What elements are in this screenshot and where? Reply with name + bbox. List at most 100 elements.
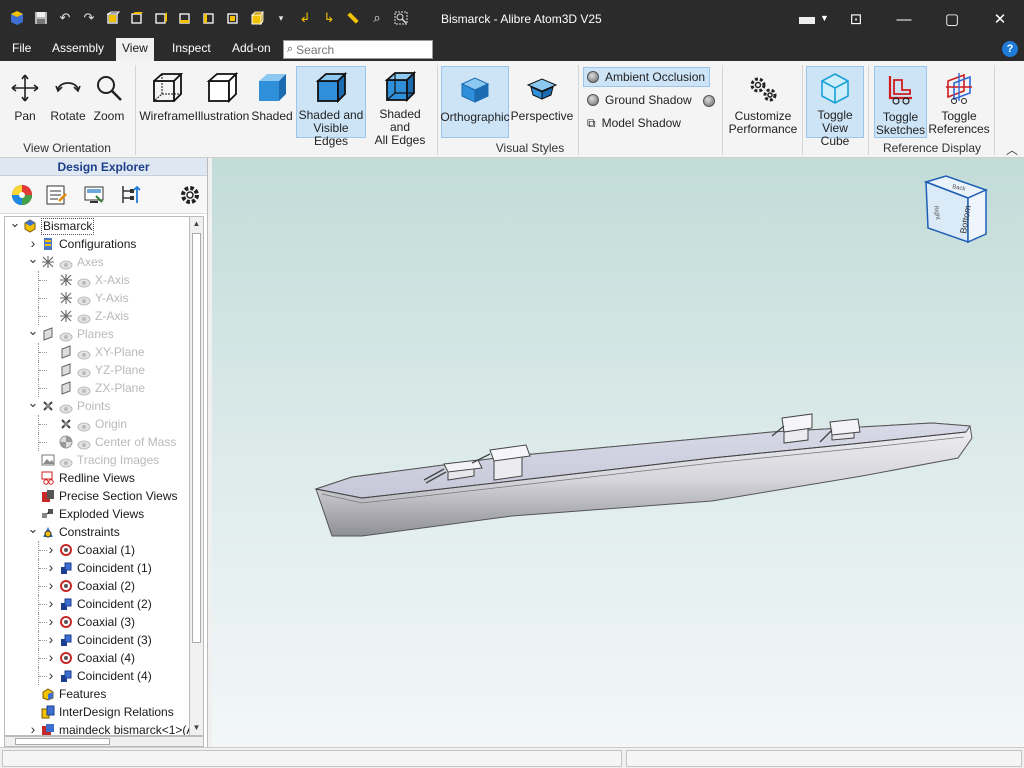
tree-item[interactable]: ⌄ Planes: [5, 324, 190, 343]
scroll-up-arrow-icon[interactable]: ▲: [190, 217, 203, 231]
tree-item[interactable]: › maindeck bismarck<1>(An: [5, 721, 190, 735]
zoom-window-icon[interactable]: [392, 9, 410, 27]
ground-shadow-option-icon[interactable]: [703, 95, 715, 107]
model-shadow-toggle[interactable]: ⧉ Model Shadow: [584, 113, 685, 133]
bismarck-ship-model[interactable]: [314, 413, 973, 537]
toggle-references-button[interactable]: Toggle References: [928, 66, 990, 138]
view-bottom-icon[interactable]: [224, 9, 242, 27]
chevron-right-icon[interactable]: ›: [45, 649, 57, 667]
wireframe-button[interactable]: Wireframe: [139, 66, 195, 138]
chevron-down-icon[interactable]: ⌄: [9, 217, 21, 235]
eye-visibility-icon[interactable]: [77, 419, 91, 432]
toggle-view-cube-button[interactable]: Toggle View Cube: [806, 66, 864, 148]
chevron-right-icon[interactable]: ›: [45, 577, 57, 595]
arrow-down-left-icon[interactable]: ↲: [296, 9, 314, 27]
pan-button[interactable]: Pan: [6, 66, 44, 138]
chevron-right-icon[interactable]: ›: [45, 595, 57, 613]
tree-item[interactable]: ⌄ Bismarck: [5, 217, 190, 235]
tree-sort-icon[interactable]: [116, 181, 144, 209]
tree-item[interactable]: InterDesign Relations: [5, 703, 190, 721]
customize-performance-button[interactable]: Customize Performance: [728, 66, 798, 138]
illustration-button[interactable]: Illustration: [195, 66, 249, 138]
save-icon[interactable]: [32, 9, 50, 27]
tree-item[interactable]: › Coaxial (3): [5, 613, 190, 631]
chevron-right-icon[interactable]: ›: [45, 559, 57, 577]
search-box[interactable]: ⌕: [283, 40, 433, 59]
tree-horizontal-scroll-thumb[interactable]: [15, 738, 110, 745]
restore-layout-button[interactable]: ⊡: [832, 0, 880, 38]
orthographic-button[interactable]: Orthographic: [440, 66, 510, 138]
chevron-down-icon[interactable]: ⌄: [27, 396, 39, 415]
tree-item[interactable]: ⌄ Axes: [5, 252, 190, 271]
chevron-down-icon[interactable]: ▾: [272, 9, 290, 27]
tree-item[interactable]: Tracing Images: [5, 451, 190, 469]
collapse-ribbon-icon[interactable]: ︿: [1006, 141, 1018, 158]
chevron-down-icon[interactable]: ⌄: [27, 252, 39, 271]
search-input[interactable]: [296, 42, 422, 57]
eye-visibility-icon[interactable]: [77, 347, 91, 360]
tree-item[interactable]: › Coincident (4): [5, 667, 190, 685]
eye-visibility-icon[interactable]: [77, 311, 91, 324]
theme-switcher[interactable]: ▼: [799, 12, 829, 24]
tree-item[interactable]: Precise Section Views: [5, 487, 190, 505]
toggle-sketches-button[interactable]: Toggle Sketches: [874, 66, 927, 138]
measure-ruler-icon[interactable]: [344, 9, 362, 27]
chevron-down-icon[interactable]: ⌄: [27, 324, 39, 343]
tree-item[interactable]: › Coaxial (2): [5, 577, 190, 595]
help-button[interactable]: ?: [1002, 41, 1018, 57]
tree-item[interactable]: ⌄ Constraints: [5, 522, 190, 541]
eye-visibility-icon[interactable]: [59, 401, 73, 414]
chevron-right-icon[interactable]: ›: [45, 631, 57, 649]
ambient-occlusion-toggle[interactable]: Ambient Occlusion: [583, 67, 711, 87]
undo-icon[interactable]: ↶: [56, 9, 74, 27]
view-left-icon[interactable]: [152, 9, 170, 27]
tree-item[interactable]: › Coincident (2): [5, 595, 190, 613]
menu-inspect[interactable]: Inspect: [166, 38, 217, 61]
view-isometric-icon[interactable]: [248, 9, 266, 27]
scroll-down-arrow-icon[interactable]: ▼: [190, 721, 203, 735]
tree-item[interactable]: YZ-Plane: [5, 361, 190, 379]
view-right-icon[interactable]: [176, 9, 194, 27]
tree-item[interactable]: Redline Views: [5, 469, 190, 487]
view-back-icon[interactable]: [128, 9, 146, 27]
display-settings-icon[interactable]: [80, 181, 108, 209]
menu-assembly[interactable]: Assembly: [46, 38, 110, 61]
eye-visibility-icon[interactable]: [59, 455, 73, 468]
app-logo-icon[interactable]: [8, 9, 26, 27]
view-front-icon[interactable]: [104, 9, 122, 27]
ship-model-canvas[interactable]: Back Right Bottom: [212, 158, 1024, 747]
minimize-button[interactable]: —: [880, 0, 928, 38]
menu-file[interactable]: File: [6, 38, 37, 61]
view-top-icon[interactable]: [200, 9, 218, 27]
perspective-button[interactable]: Perspective: [511, 66, 573, 138]
redo-icon[interactable]: ↷: [80, 9, 98, 27]
tree-horizontal-scrollbar[interactable]: [4, 736, 204, 747]
color-wheel-icon[interactable]: [8, 181, 36, 209]
eye-visibility-icon[interactable]: [59, 329, 73, 342]
settings-gear-icon[interactable]: [176, 181, 204, 209]
tree-item[interactable]: › Coincident (1): [5, 559, 190, 577]
chevron-right-icon[interactable]: ›: [45, 613, 57, 631]
tree-item[interactable]: ⌄ Points: [5, 396, 190, 415]
eye-visibility-icon[interactable]: [77, 437, 91, 450]
tree-item[interactable]: Origin: [5, 415, 190, 433]
shaded-button[interactable]: Shaded: [250, 66, 294, 138]
view-cube[interactable]: Back Right Bottom: [923, 175, 989, 244]
tree-item[interactable]: › Coaxial (4): [5, 649, 190, 667]
arrow-down-right-icon[interactable]: ↳: [320, 9, 338, 27]
shaded-visible-edges-button[interactable]: Shaded and Visible Edges: [296, 66, 366, 148]
tree-item[interactable]: X-Axis: [5, 271, 190, 289]
menu-add-on[interactable]: Add-on: [226, 38, 277, 61]
tree-item[interactable]: › Coincident (3): [5, 631, 190, 649]
menu-view[interactable]: View: [116, 38, 154, 61]
rotate-button[interactable]: Rotate: [48, 66, 88, 138]
chevron-right-icon[interactable]: ›: [45, 541, 57, 559]
chevron-right-icon[interactable]: ›: [45, 667, 57, 685]
eye-visibility-icon[interactable]: [77, 293, 91, 306]
chevron-down-icon[interactable]: ⌄: [27, 522, 39, 541]
ground-shadow-toggle[interactable]: Ground Shadow: [584, 90, 696, 110]
chevron-right-icon[interactable]: ›: [27, 721, 39, 735]
eye-visibility-icon[interactable]: [59, 257, 73, 270]
properties-list-icon[interactable]: [42, 181, 70, 209]
tree-item[interactable]: Center of Mass: [5, 433, 190, 451]
